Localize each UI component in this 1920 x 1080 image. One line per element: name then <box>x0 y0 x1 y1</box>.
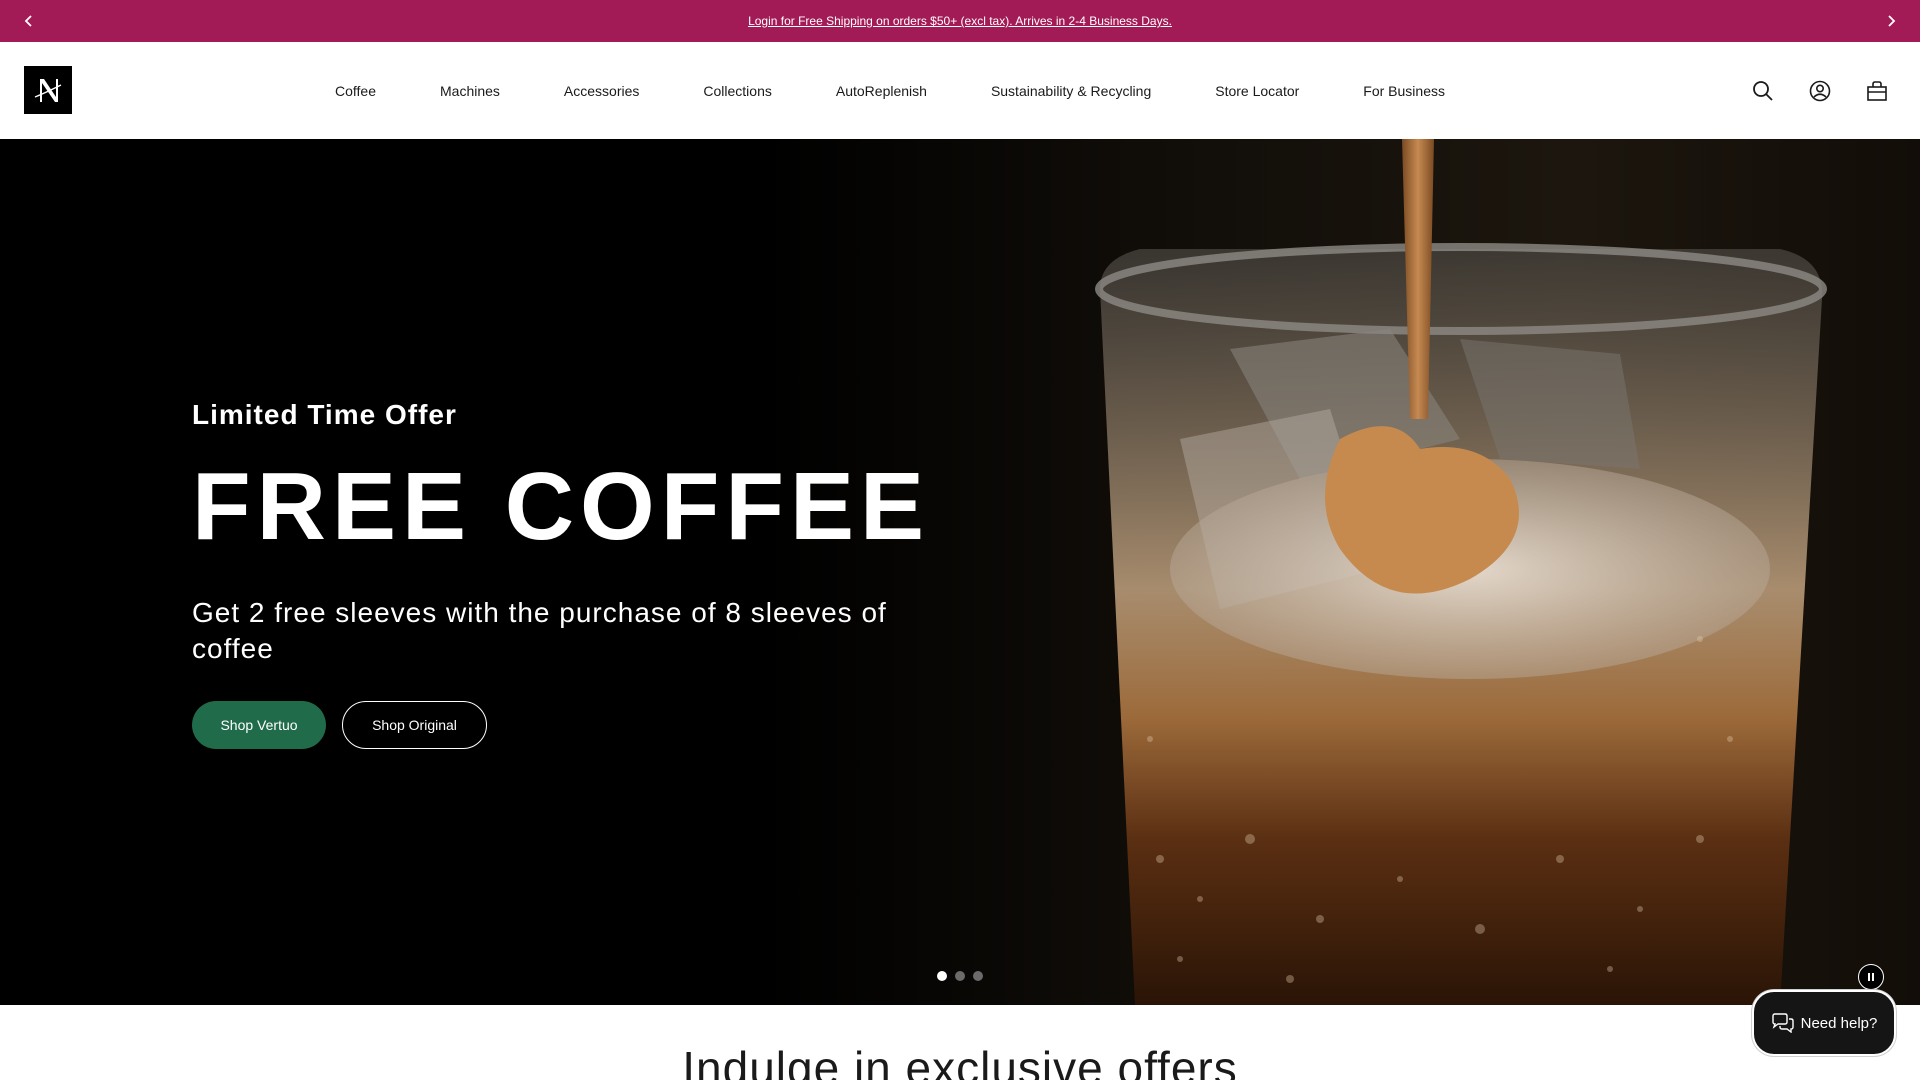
carousel-dot-2[interactable] <box>955 971 965 981</box>
hero-banner: Limited Time Offer FREE COFFEE Get 2 fre… <box>0 139 1920 1005</box>
nav-coffee[interactable]: Coffee <box>335 83 376 99</box>
bag-button[interactable] <box>1864 78 1890 104</box>
site-header: Coffee Machines Accessories Collections … <box>0 42 1920 139</box>
shop-vertuo-button[interactable]: Shop Vertuo <box>192 701 326 749</box>
promo-next-button[interactable] <box>1870 0 1912 42</box>
pause-icon <box>1868 973 1874 981</box>
promo-link[interactable]: Login for Free Shipping on orders $50+ (… <box>748 14 1172 28</box>
carousel-dot-3[interactable] <box>973 971 983 981</box>
chat-icon <box>1771 1013 1794 1033</box>
chevron-right-icon <box>1888 15 1896 27</box>
need-help-label: Need help? <box>1800 1014 1878 1032</box>
account-button[interactable] <box>1807 78 1833 104</box>
hero-subtitle: Get 2 free sleeves with the purchase of … <box>192 597 887 664</box>
bag-icon <box>1867 80 1887 101</box>
search-icon <box>1753 80 1773 101</box>
header-actions <box>1719 42 1890 139</box>
nav-autoreplenish[interactable]: AutoReplenish <box>836 83 927 99</box>
nav-machines[interactable]: Machines <box>440 83 500 99</box>
promo-prev-button[interactable] <box>8 0 50 42</box>
carousel-dot-1[interactable] <box>937 971 947 981</box>
account-icon <box>1809 80 1831 101</box>
hero-ctas: Shop Vertuo Shop Original <box>192 701 912 749</box>
main-nav: Coffee Machines Accessories Collections … <box>335 42 1445 139</box>
search-button[interactable] <box>1750 78 1776 104</box>
nav-for-business[interactable]: For Business <box>1363 83 1445 99</box>
nav-accessories[interactable]: Accessories <box>564 83 639 99</box>
hero-kicker: Limited Time Offer <box>192 399 457 430</box>
carousel-dots <box>937 971 991 981</box>
logo-icon <box>34 79 62 102</box>
carousel-pause-button[interactable] <box>1858 964 1884 990</box>
offers-heading: Indulge in exclusive offers <box>682 1042 1238 1080</box>
promo-bar: Login for Free Shipping on orders $50+ (… <box>0 0 1920 42</box>
nav-sustainability[interactable]: Sustainability & Recycling <box>991 83 1151 99</box>
brand-logo[interactable] <box>24 66 72 114</box>
nav-store-locator[interactable]: Store Locator <box>1215 83 1299 99</box>
hero-copy: Limited Time Offer FREE COFFEE Get 2 fre… <box>192 399 931 749</box>
shop-original-button[interactable]: Shop Original <box>342 701 487 749</box>
need-help-button[interactable]: Need help? <box>1752 990 1896 1056</box>
hero-title: FREE COFFEE <box>192 453 931 560</box>
nav-collections[interactable]: Collections <box>703 83 771 99</box>
chevron-left-icon <box>24 15 32 27</box>
